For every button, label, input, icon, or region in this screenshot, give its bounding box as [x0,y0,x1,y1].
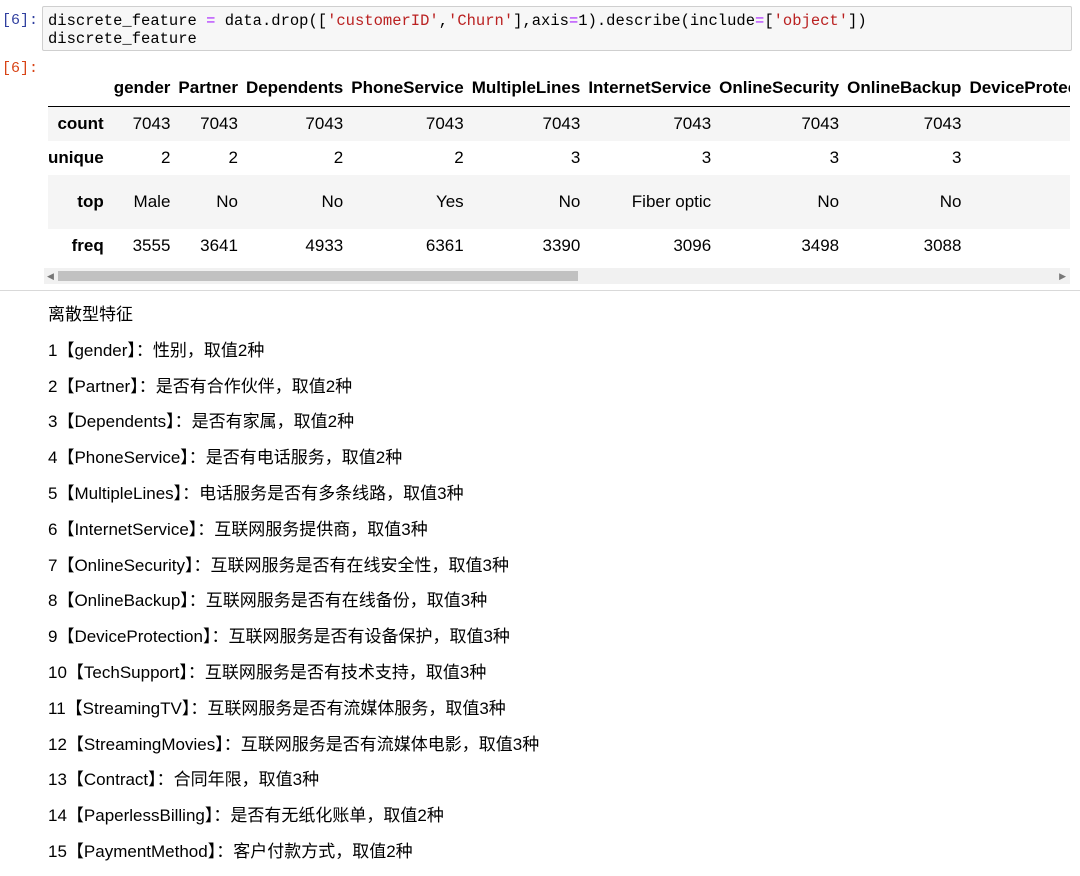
index-header [48,70,114,107]
code-cell[interactable]: discrete_feature = data.drop(['customerI… [42,6,1072,51]
table-cell: 3 [829,147,840,167]
code-text: discrete_feature [48,12,207,30]
notes-section: 离散型特征 1【gender】：性别，取值2种 2【Partner】：是否有合作伙… [48,303,539,861]
column-header: MultipleLines [471,70,589,107]
table-cell: 3641 [200,235,238,255]
table-row: unique222233333 [48,141,1070,175]
table-cell: 7043 [542,113,581,133]
row-index: count [57,113,104,133]
describe-table: gender Partner Dependents PhoneService Multi… [48,70,1070,263]
table-cell: 7043 [305,113,344,133]
table-cell: 3 [701,147,712,167]
feature-note: 10【TechSupport】：互联网服务是否有技术支持，取值3种 [48,662,487,682]
code-text: , [438,12,449,30]
horizontal-scrollbar[interactable]: ◀ ▶ [44,268,1070,284]
table-cell: Male [133,191,171,211]
table-cell: 7043 [923,113,962,133]
table-row: top Male No No Yes No Fiber optic No No No [48,174,1070,229]
column-header: Partner [178,70,246,107]
table-cell: 3 [969,141,1070,175]
feature-note: 8【OnlineBackup】：互联网服务是否有在线备份，取值3种 [48,591,488,611]
table-cell: 3498 [801,235,840,255]
table-cell: Yes [435,191,464,211]
code-string: 'Churn' [448,12,514,30]
table-cell: 2 [160,147,171,167]
table-cell: 3088 [923,235,962,255]
code-text: ],axis [513,12,569,30]
column-header: PhoneService [351,70,472,107]
table-cell: 7043 [425,113,464,133]
column-header: OnlineBackup [847,70,970,107]
code-string: 'customerID' [327,12,439,30]
table-cell: 3390 [542,235,581,255]
feature-note: 9【DeviceProtection】：互联网服务是否有设备保护，取值3种 [48,627,510,647]
scroll-left-icon[interactable]: ◀ [47,271,54,282]
feature-note: 1【gender】：性别，取值2种 [48,340,265,360]
feature-note: 14【PaperlessBilling】：是否有无纸化账单，取值2种 [48,806,444,826]
code-op: = [755,12,765,30]
table-cell: 2 [333,147,344,167]
table-cell: 7043 [673,113,712,133]
table-cell: 7043 [969,107,1070,141]
table-cell: 3096 [673,235,712,255]
feature-note: 12【StreamingMovies】：互联网服务是否有流媒体电影，取值3种 [48,734,540,754]
code-text: discrete_feature [48,30,197,48]
feature-note: 5【MultipleLines】：电话服务是否有多条线路，取值3种 [48,483,464,503]
row-index: top [77,191,104,211]
table-cell: No [939,191,962,211]
divider [0,290,1080,291]
feature-note: 2【Partner】：是否有合作伙伴，取值2种 [48,376,353,396]
column-header: OnlineSecurity [719,70,848,107]
notes-title: 离散型特征 [48,305,133,324]
table-cell: 3 [951,147,962,167]
table-cell: 7043 [801,113,840,133]
code-string: 'object' [773,12,849,30]
feature-note: 11【StreamingTV】：互联网服务是否有流媒体服务，取值3种 [48,698,506,718]
table-cell [969,229,1070,263]
table-row: count 7043 7043 7043 7043 7043 7043 7043 7043 704… [48,106,1070,141]
table-row: freq 3555 3641 4933 6361 3390 3096 3498 3088 [48,229,1070,263]
scrollbar-thumb[interactable] [58,271,578,281]
row-index: freq [71,235,104,255]
feature-note: 7【OnlineSecurity】：互联网服务是否有在线安全性，取值3种 [48,555,509,575]
table-cell: 2 [228,147,238,167]
row-index: unique [48,147,104,167]
code-text: ]) [848,12,867,30]
column-header: gender [113,70,179,107]
table-cell: 3555 [132,235,171,255]
feature-note: 6【InternetService】：互联网服务提供商，取值3种 [48,519,428,539]
code-op: = [568,12,579,30]
table-cell: No [969,175,1070,229]
feature-note: 15【PaymentMethod】：客户付款方式，取值2种 [48,841,413,861]
input-prompt: [6]: [2,12,39,29]
code-text: 1).describe(include [578,12,755,30]
table-cell: 7043 [200,113,238,133]
table-cell: 4933 [305,235,344,255]
table-cell: 6361 [425,235,464,255]
scroll-right-icon[interactable]: ▶ [1059,271,1066,282]
table-header-row: gender Partner Dependents PhoneService Multi… [48,70,1070,107]
table-cell: No [558,191,581,211]
column-header: DeviceProtection [969,70,1070,107]
feature-note: 4【PhoneService】：是否有电话服务，取值2种 [48,448,403,468]
column-header: InternetService [588,70,720,107]
table-cell: No [216,191,238,211]
table-cell: 3 [570,147,581,167]
table-cell: 2 [454,147,464,167]
code-text: [ [764,12,774,30]
table-cell: No [321,191,344,211]
feature-note: 3【Dependents】：是否有家属，取值2种 [48,412,355,432]
code-text: data.drop([ [215,12,328,30]
table-cell: Fiber optic [631,191,712,211]
describe-table-container: gender Partner Dependents PhoneService Multi… [48,70,1070,266]
feature-note: 13【Contract】：合同年限，取值3种 [48,770,320,790]
column-header: Dependents [245,70,352,107]
table-cell: No [817,191,840,211]
output-prompt: [6]: [2,60,39,77]
table-cell: 7043 [132,113,171,133]
